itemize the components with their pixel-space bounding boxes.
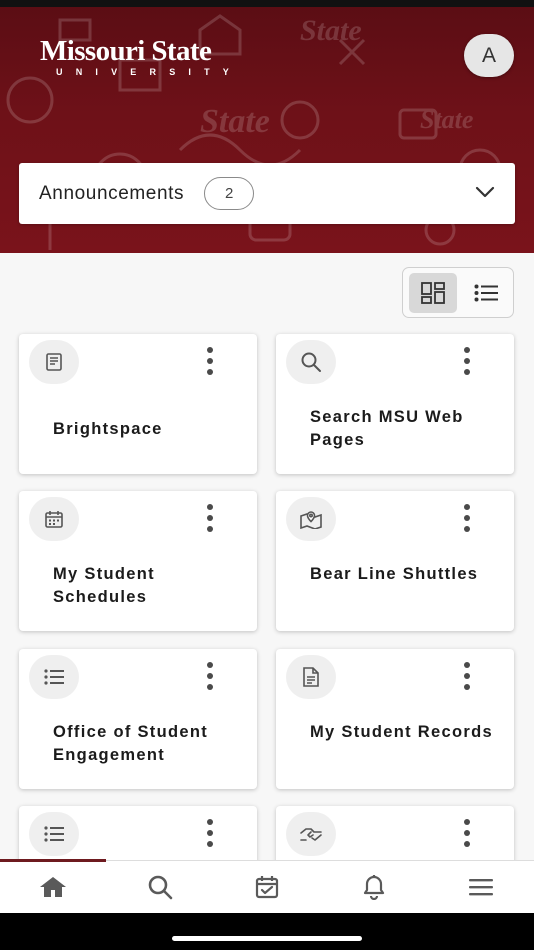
card-icon-container [29, 655, 79, 699]
more-options-icon[interactable] [204, 504, 216, 532]
card-label: Bear Line Shuttles [310, 565, 479, 583]
document-icon [303, 667, 319, 687]
list-icon [44, 826, 64, 842]
chevron-down-icon [475, 186, 495, 198]
card-label: Search MSU Web Pages [310, 408, 464, 449]
more-options-icon[interactable] [204, 819, 216, 847]
app-card-bear-line-shuttles[interactable]: Bear Line Shuttles [276, 491, 514, 631]
handshake-icon [300, 828, 322, 841]
card-icon-container [29, 497, 79, 541]
more-options-icon[interactable] [204, 347, 216, 375]
header-banner: State State State Missouri State UNIVERS… [0, 0, 534, 253]
announcements-title: Announcements [39, 182, 185, 204]
svg-text:State: State [420, 105, 473, 134]
nav-search-button[interactable] [107, 861, 214, 913]
logo-subtitle: UNIVERSITY [56, 67, 243, 77]
hamburger-menu-icon [468, 879, 493, 896]
list-view-button[interactable] [462, 273, 510, 313]
app-card-student-schedules[interactable]: My Student Schedules [19, 491, 257, 631]
home-indicator-area [0, 913, 534, 950]
user-avatar[interactable]: A [464, 34, 514, 77]
nav-menu-button[interactable] [427, 861, 534, 913]
app-screen: State State State Missouri State UNIVERS… [0, 0, 534, 950]
more-options-icon[interactable] [461, 819, 473, 847]
app-card-search-msu[interactable]: Search MSU Web Pages [276, 334, 514, 474]
home-icon [40, 877, 67, 897]
card-label: My Student Schedules [53, 565, 155, 606]
logo-wordmark: Missouri State [40, 35, 212, 67]
more-options-icon[interactable] [461, 662, 473, 690]
search-icon [148, 875, 173, 900]
view-toggle [402, 267, 514, 318]
card-icon-container [286, 497, 336, 541]
book-icon [46, 353, 62, 371]
active-tab-indicator [0, 859, 106, 862]
app-card-brightspace[interactable]: Brightspace [19, 334, 257, 474]
card-icon-container [286, 655, 336, 699]
card-label: Office of Student Engagement [53, 723, 209, 764]
bottom-navigation [0, 859, 534, 913]
card-icon-container [29, 340, 79, 384]
home-indicator[interactable] [172, 936, 362, 941]
more-options-icon[interactable] [461, 347, 473, 375]
search-icon [301, 352, 321, 372]
more-options-icon[interactable] [204, 662, 216, 690]
nav-tasks-button[interactable] [214, 861, 321, 913]
card-label: Brightspace [53, 420, 163, 438]
svg-text:State: State [300, 14, 362, 47]
nav-home-button[interactable] [0, 861, 107, 913]
bell-icon [363, 875, 384, 900]
calendar-check-icon [255, 876, 279, 899]
list-view-icon [474, 284, 498, 301]
app-card-student-engagement[interactable]: Office of Student Engagement [19, 649, 257, 789]
card-label: My Student Records [310, 723, 493, 741]
announcements-count-badge: 2 [204, 177, 255, 210]
card-icon-container [286, 340, 336, 384]
grid-view-button[interactable] [409, 272, 457, 313]
more-options-icon[interactable] [461, 504, 473, 532]
nav-notifications-button[interactable] [320, 861, 427, 913]
announcements-dropdown[interactable]: Announcements 2 [19, 163, 515, 224]
map-pin-icon [300, 511, 322, 529]
app-card-student-records[interactable]: My Student Records [276, 649, 514, 789]
calendar-icon [45, 511, 63, 528]
grid-view-icon [421, 281, 445, 304]
list-icon [44, 669, 64, 685]
card-icon-container [29, 812, 79, 856]
university-logo: Missouri State UNIVERSITY [40, 36, 250, 78]
svg-text:State: State [200, 103, 270, 140]
card-icon-container [286, 812, 336, 856]
